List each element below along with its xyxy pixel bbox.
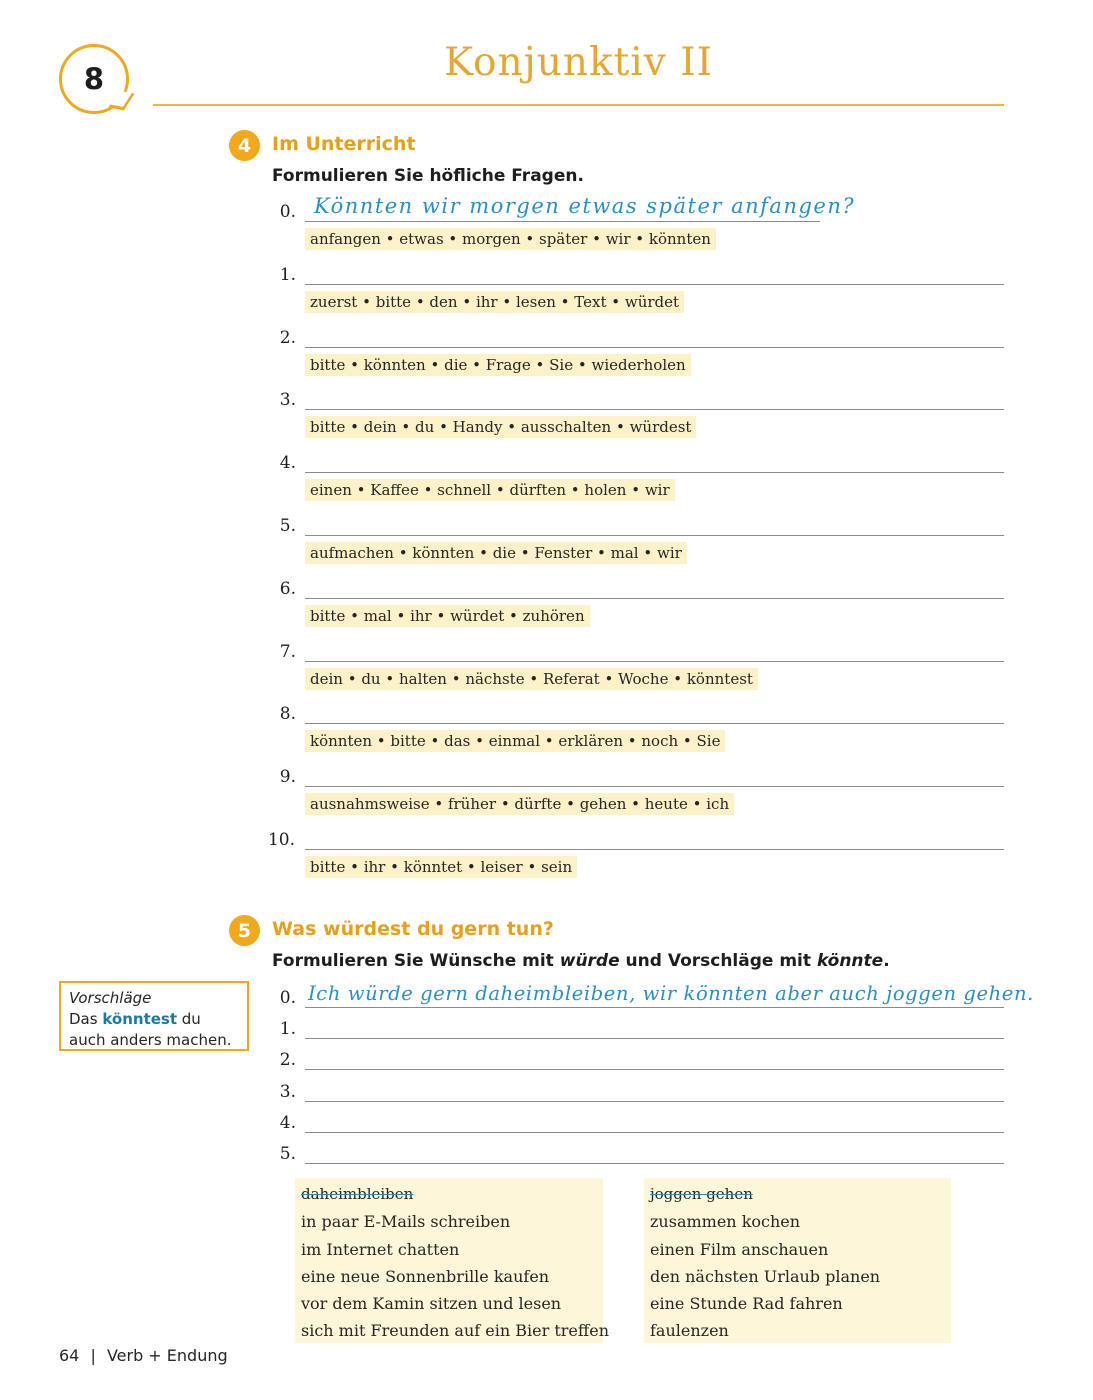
answer-line[interactable] xyxy=(305,1069,1004,1070)
example-answer: Ich würde gern daheimbleiben, wir könnte… xyxy=(308,982,1034,1005)
word-hint: bitte • ihr • könntet • leiser • sein xyxy=(305,856,578,878)
exercise-5-badge: 5 xyxy=(229,915,260,946)
answer-line[interactable] xyxy=(305,1007,1004,1008)
vorschlaege-tip-box: Vorschläge Das könntest du auch anders m… xyxy=(59,981,249,1051)
example-answer: Könnten wir morgen etwas später anfangen… xyxy=(314,194,856,218)
chapter-number-badge: 8 xyxy=(59,44,135,114)
item-number: 4. xyxy=(279,1113,296,1133)
word-option: zusammen kochen xyxy=(650,1212,801,1232)
answer-line[interactable] xyxy=(305,786,1004,787)
item-number: 5. xyxy=(279,1144,296,1164)
word-hint: anfangen • etwas • morgen • später • wir… xyxy=(305,228,716,250)
word-option: eine Stunde Rad fahren xyxy=(650,1294,843,1314)
item-number: 7. xyxy=(279,642,296,662)
item-number: 3. xyxy=(279,390,296,410)
word-hint: ausnahmsweise • früher • dürfte • gehen … xyxy=(305,793,735,815)
speech-bubble-tail-icon xyxy=(108,90,135,111)
answer-line[interactable] xyxy=(305,347,1004,348)
item-number: 1. xyxy=(279,265,296,285)
item-number: 4. xyxy=(279,453,296,473)
item-number: 6. xyxy=(279,579,296,599)
word-option: im Internet chatten xyxy=(301,1239,460,1259)
word-hint: bitte • mal • ihr • würdet • zuhören xyxy=(305,605,590,627)
exercise-5-instruction: Formulieren Sie Wünsche mit würde und Vo… xyxy=(272,951,890,971)
footer-separator: | xyxy=(90,1346,96,1365)
page-footer: 64 | Verb + Endung xyxy=(59,1346,228,1365)
answer-line[interactable] xyxy=(305,849,1004,850)
word-option: eine neue Sonnenbrille kaufen xyxy=(301,1266,550,1286)
answer-line[interactable] xyxy=(305,535,1004,536)
item-number: 0. xyxy=(279,202,296,222)
suggestions-word-box: joggen gehen zusammen kochen einen Film an… xyxy=(644,1178,951,1343)
answer-line[interactable] xyxy=(305,409,1004,410)
answer-line[interactable] xyxy=(305,1163,1004,1164)
item-number: 8. xyxy=(279,704,296,724)
word-hint: könnten • bitte • das • einmal • erkläre… xyxy=(305,730,726,752)
item-number: 10. xyxy=(267,830,295,850)
item-number: 1. xyxy=(279,1019,296,1039)
used-example-word: daheimbleiben xyxy=(301,1185,414,1203)
title-divider xyxy=(153,104,1004,106)
footer-section: Verb + Endung xyxy=(106,1346,228,1365)
item-number: 2. xyxy=(279,328,296,348)
item-number: 9. xyxy=(279,767,296,787)
answer-line[interactable] xyxy=(305,661,1004,662)
exercise-5-title: Was würdest du gern tun? xyxy=(272,918,554,940)
item-number: 2. xyxy=(279,1050,296,1070)
item-number: 0. xyxy=(279,988,296,1008)
answer-line[interactable] xyxy=(305,1101,1004,1102)
chapter-number: 8 xyxy=(83,62,105,96)
answer-line[interactable] xyxy=(305,472,1004,473)
page-number: 64 xyxy=(59,1346,80,1365)
answer-line[interactable] xyxy=(305,1038,1004,1039)
exercise-4-title: Im Unterricht xyxy=(272,133,416,155)
answer-line[interactable] xyxy=(305,723,1004,724)
word-hint: bitte • könnten • die • Frage • Sie • wi… xyxy=(305,354,691,376)
word-option: in paar E-Mails schreiben xyxy=(301,1212,511,1232)
tip-heading: Vorschläge xyxy=(69,989,152,1007)
word-hint: dein • du • halten • nächste • Referat •… xyxy=(305,668,758,690)
word-option: faulenzen xyxy=(650,1321,729,1341)
word-option: einen Film anschauen xyxy=(650,1239,829,1259)
item-number: 5. xyxy=(279,516,296,536)
word-hint: aufmachen • könnten • die • Fenster • ma… xyxy=(305,542,687,564)
answer-line[interactable] xyxy=(305,1132,1004,1133)
exercise-4-badge: 4 xyxy=(229,130,260,161)
word-option: vor dem Kamin sitzen und lesen xyxy=(301,1294,562,1314)
answer-line[interactable] xyxy=(305,284,1004,285)
word-option: sich mit Freunden auf ein Bier treffen xyxy=(301,1321,610,1341)
wishes-word-box: daheimbleiben in paar E-Mails schreiben im… xyxy=(295,1178,610,1343)
page-title: Konjunktiv II xyxy=(443,40,714,85)
word-hint: zuerst • bitte • den • ihr • lesen • Tex… xyxy=(305,291,685,313)
tip-text: Das könntest du auch anders machen. xyxy=(69,1010,232,1049)
exercise-4-instruction: Formulieren Sie höfliche Fragen. xyxy=(272,166,584,186)
used-example-word: joggen gehen xyxy=(650,1185,753,1203)
answer-line[interactable] xyxy=(305,598,1004,599)
word-hint: bitte • dein • du • Handy • ausschalten … xyxy=(305,416,697,438)
word-option: den nächsten Urlaub planen xyxy=(650,1266,881,1286)
word-hint: einen • Kaffee • schnell • dürften • hol… xyxy=(305,479,675,501)
answer-line[interactable] xyxy=(305,221,820,222)
item-number: 3. xyxy=(279,1082,296,1102)
